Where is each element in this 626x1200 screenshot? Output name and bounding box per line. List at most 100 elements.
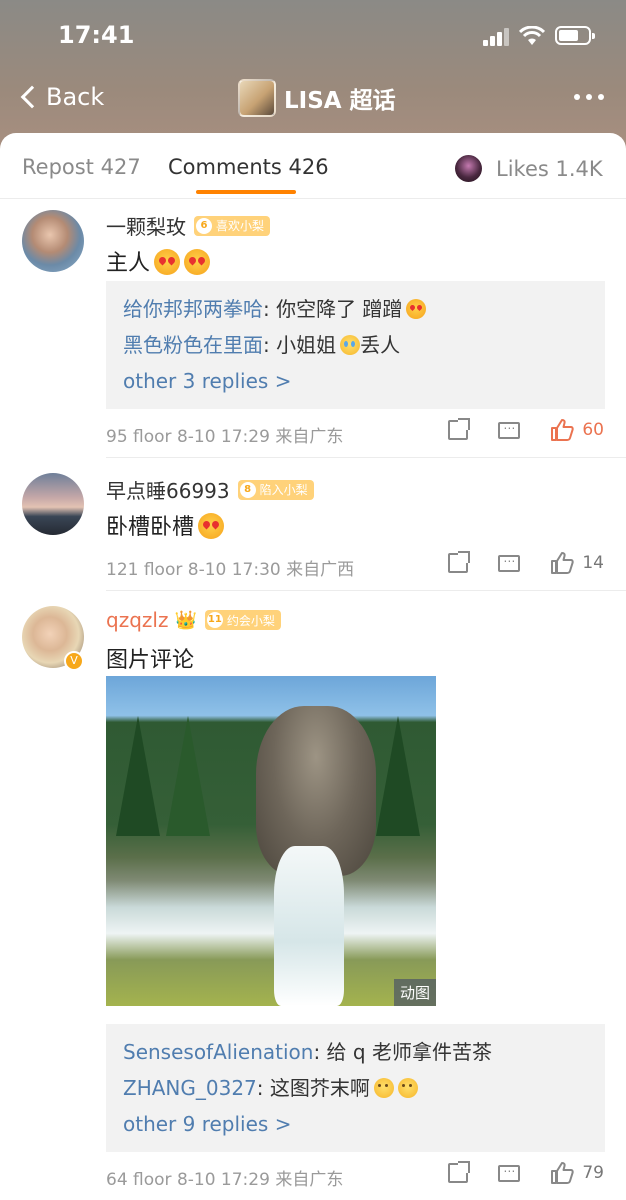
share-icon — [448, 418, 471, 440]
reply-button[interactable] — [498, 1161, 521, 1182]
comment-icon — [498, 418, 521, 439]
like-button[interactable]: 60 — [550, 418, 604, 442]
reply-author[interactable]: 黑色粉色在里面 — [123, 333, 263, 357]
reply-line: 黑色粉色在里面: 小姐姐 丢人 — [123, 327, 588, 363]
like-button[interactable]: 79 — [550, 1161, 604, 1185]
comment-icon — [498, 1161, 521, 1182]
active-tab-indicator — [196, 190, 296, 194]
comment-body: 主人 — [106, 251, 151, 276]
comment-text: 主人 — [106, 245, 211, 277]
heart-eyes-emoji-icon — [198, 513, 225, 539]
share-button[interactable] — [448, 551, 471, 573]
more-options-button[interactable] — [574, 94, 604, 100]
chevron-left-icon — [20, 85, 44, 109]
comment-meta: 121 floor 8-10 17:30 来自广西 — [106, 560, 355, 580]
more-replies-link[interactable]: other 3 replies > — [123, 363, 588, 399]
reply-preview[interactable]: SensesofAlienation: 给 q 老师拿件苦茶 ZHANG_032… — [106, 1024, 605, 1152]
like-button[interactable]: 14 — [550, 551, 604, 575]
reply-line: ZHANG_0327: 这图芥末啊 — [123, 1070, 588, 1106]
comment-body: 图片评论 — [106, 648, 195, 673]
share-button[interactable] — [448, 418, 471, 440]
topic-header[interactable]: LISA 超话 — [238, 79, 396, 117]
heart-eyes-emoji-icon — [184, 249, 211, 275]
tab-repost[interactable]: Repost 427 — [22, 155, 141, 179]
topic-thumbnail — [238, 79, 276, 117]
fan-level-badge: 8 陷入小梨 — [237, 479, 314, 500]
battery-icon — [555, 26, 595, 45]
nav-bar: Back LISA 超话 — [0, 78, 626, 120]
like-count: 14 — [582, 553, 604, 573]
waterfall-shape — [274, 846, 344, 1006]
dot-icon — [598, 94, 604, 100]
crying-emoji-icon — [340, 335, 361, 355]
avatar[interactable] — [22, 210, 84, 272]
heart-eyes-emoji-icon — [154, 249, 181, 275]
thumbs-up-icon — [551, 419, 575, 441]
comment-actions: 60 — [418, 418, 604, 442]
reply-author[interactable]: 给你邦邦两拳哈 — [123, 297, 263, 321]
heart-eyes-emoji-icon — [406, 299, 427, 319]
reply-line: 给你邦邦两拳哈: 你空降了 蹭蹭 — [123, 291, 588, 327]
comment-actions: 14 — [418, 551, 604, 575]
reply-text: : 这图芥末啊 — [256, 1076, 370, 1100]
wifi-icon — [519, 26, 545, 45]
username-text: 早点睡66993 — [106, 479, 230, 503]
thumbs-up-icon — [551, 1162, 575, 1184]
comment-username[interactable]: qzqzlz 👑 11 约会小梨 — [106, 608, 281, 632]
comment-username[interactable]: 一颗梨玫 6 喜欢小梨 — [106, 211, 271, 240]
divider — [106, 457, 626, 458]
username-text: qzqzlz — [106, 608, 169, 632]
reply-button[interactable] — [498, 551, 521, 572]
reply-line: SensesofAlienation: 给 q 老师拿件苦茶 — [123, 1034, 588, 1070]
tree-shape — [166, 716, 210, 836]
crown-icon: 👑 — [174, 609, 197, 631]
comment-meta: 64 floor 8-10 17:29 来自广东 — [106, 1170, 344, 1190]
share-icon — [448, 1161, 471, 1183]
back-button[interactable]: Back — [18, 83, 104, 111]
header: 17:41 Back LISA 超话 — [0, 0, 626, 150]
reply-author[interactable]: ZHANG_0327 — [123, 1076, 257, 1100]
comment-icon — [498, 551, 521, 572]
share-button[interactable] — [448, 1161, 471, 1183]
tab-likes-label: Likes 1.4K — [496, 156, 603, 181]
badge-level: 6 — [196, 217, 212, 234]
comment-meta: 95 floor 8-10 17:29 来自广东 — [106, 427, 344, 447]
reply-text: : 小姐姐 — [263, 333, 337, 357]
dot-icon — [574, 94, 580, 100]
gif-tag: 动图 — [393, 979, 436, 1006]
username-text: 一颗梨玫 — [106, 215, 186, 239]
tab-likes[interactable]: Likes 1.4K — [455, 155, 603, 182]
like-count: 60 — [582, 420, 604, 440]
tree-shape — [116, 716, 160, 836]
thumbs-up-icon — [551, 552, 575, 574]
reply-text: : 你空降了 蹭蹭 — [263, 297, 403, 321]
comment-actions: 79 — [418, 1161, 604, 1185]
reply-text: 丢人 — [360, 333, 401, 357]
reply-author[interactable]: SensesofAlienation — [123, 1040, 313, 1064]
badge-level: 11 — [206, 612, 223, 628]
thinking-emoji-icon — [397, 1078, 418, 1098]
cellular-signal-icon — [483, 28, 511, 46]
status-time: 17:41 — [58, 21, 135, 49]
comments-card: Repost 427 Comments 426 Likes 1.4K 一颗梨玫 … — [0, 133, 626, 1200]
more-replies-link[interactable]: other 9 replies > — [123, 1106, 588, 1142]
reply-button[interactable] — [498, 418, 521, 439]
comment-body: 卧槽卧槽 — [106, 515, 195, 540]
avatar[interactable] — [22, 473, 84, 535]
tree-shape — [376, 716, 420, 836]
reply-preview[interactable]: 给你邦邦两拳哈: 你空降了 蹭蹭 黑色粉色在里面: 小姐姐 丢人 other 3 … — [106, 281, 605, 409]
dot-icon — [586, 94, 592, 100]
comment-text: 图片评论 — [106, 642, 194, 674]
thinking-emoji-icon — [373, 1078, 394, 1098]
comment-username[interactable]: 早点睡66993 8 陷入小梨 — [106, 475, 314, 504]
topic-title: LISA 超话 — [284, 88, 396, 114]
share-icon — [448, 551, 471, 573]
back-label: Back — [46, 83, 105, 111]
reply-text: : 给 q 老师拿件苦茶 — [313, 1040, 492, 1064]
badge-text: 喜欢小梨 — [216, 219, 265, 233]
animated-image-attachment[interactable]: 动图 — [106, 676, 436, 1006]
fan-level-badge: 6 喜欢小梨 — [194, 215, 271, 236]
badge-text: 约会小梨 — [226, 613, 275, 628]
tab-comments[interactable]: Comments 426 — [168, 155, 329, 179]
tab-bar: Repost 427 Comments 426 Likes 1.4K — [0, 133, 626, 199]
